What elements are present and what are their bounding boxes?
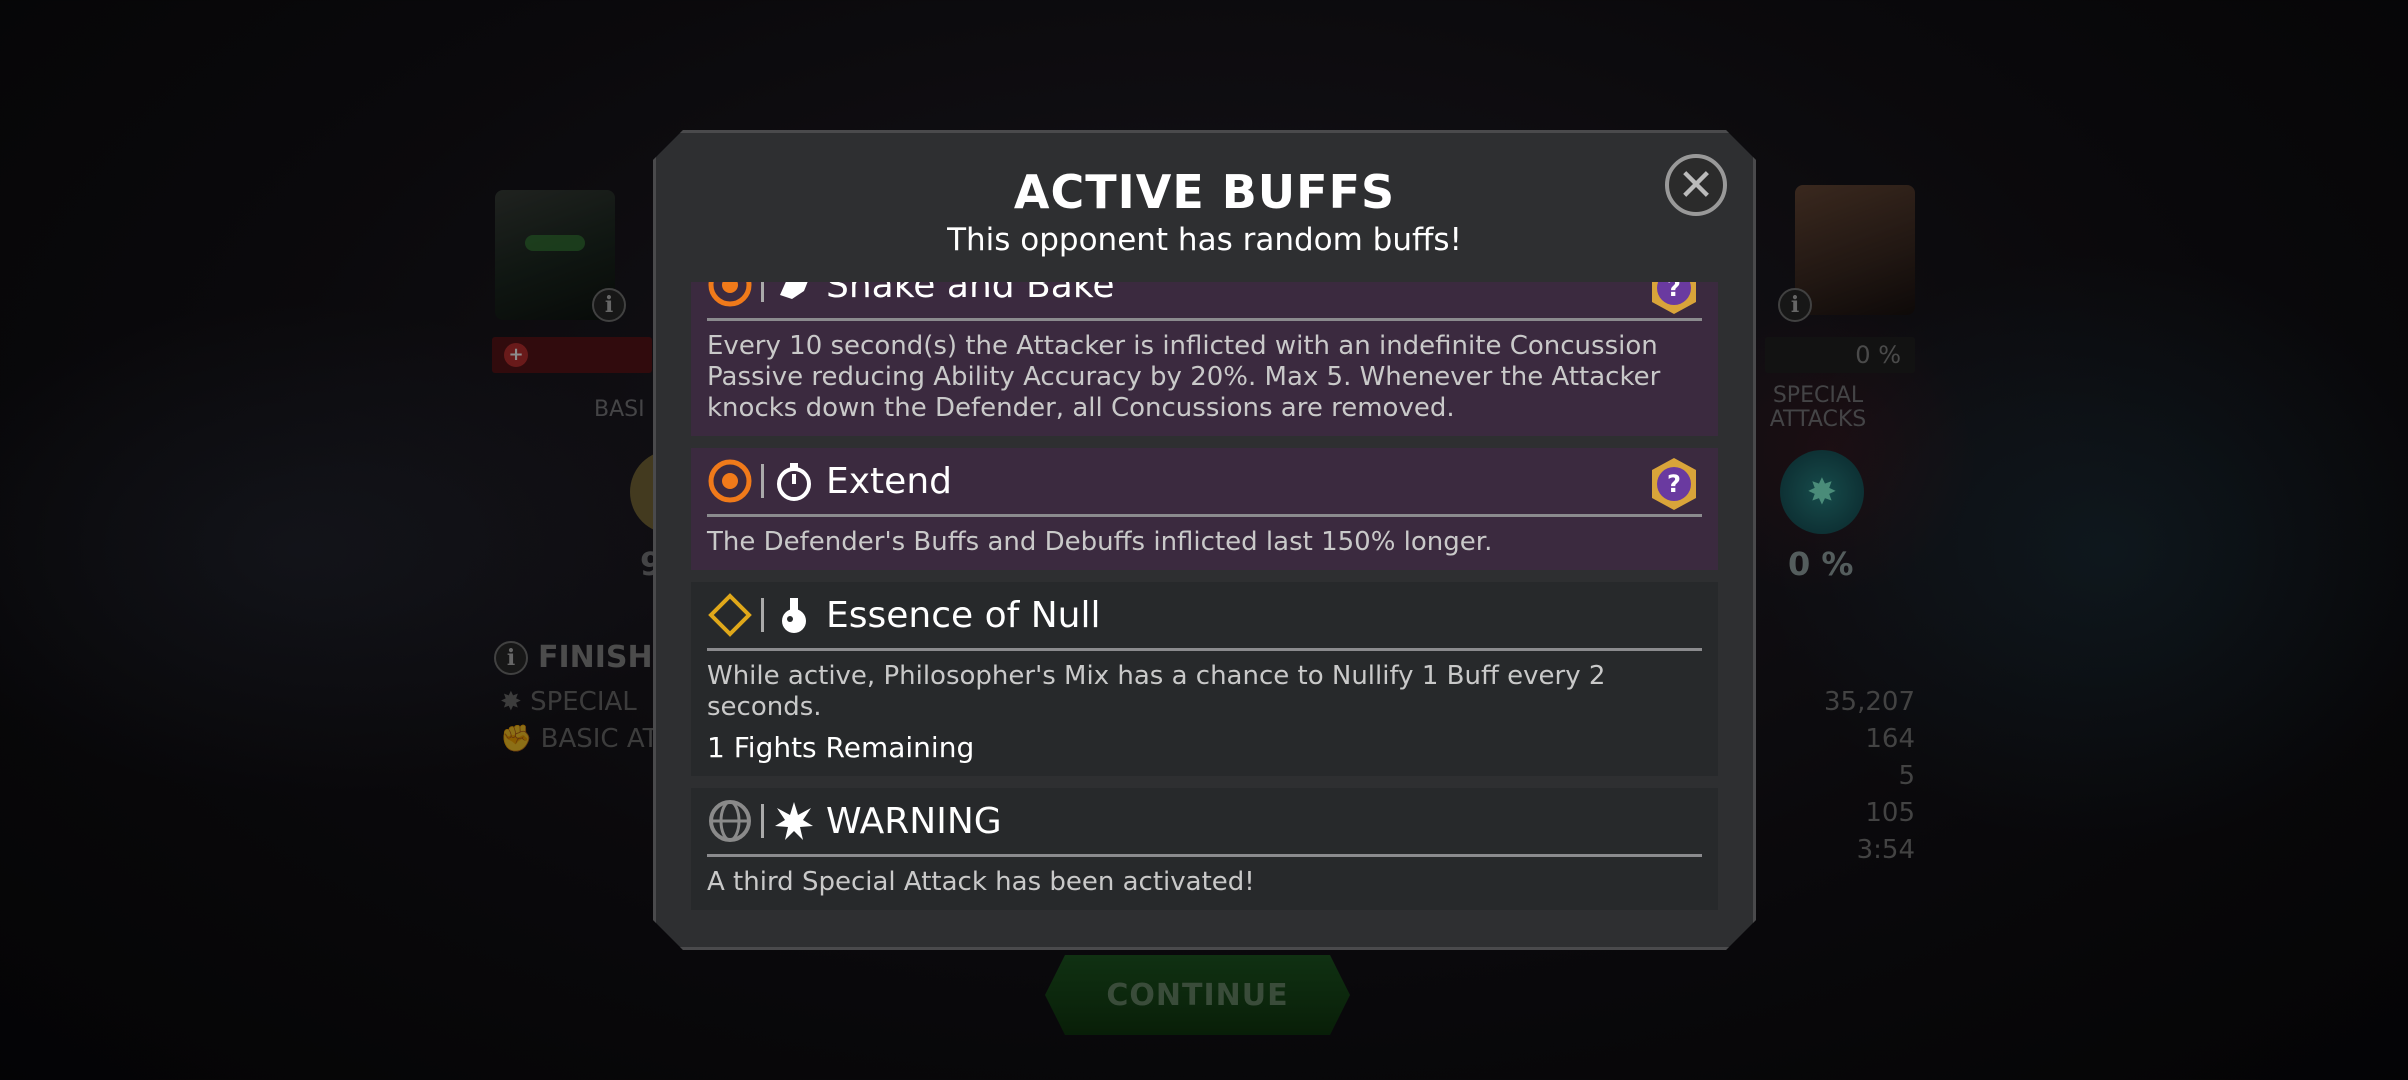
- buff-description: A third Special Attack has been activate…: [707, 867, 1255, 897]
- fights-remaining: 1 Fights Remaining: [707, 731, 975, 764]
- card-divider: [707, 648, 1702, 651]
- orange-target-icon: [707, 282, 753, 308]
- buff-card-warning: WARNING A third Special Attack has been …: [691, 788, 1718, 910]
- buff-list[interactable]: Shake and Bake ? Every 10 second(s) the …: [691, 282, 1718, 1052]
- buff-description: While active, Philosopher's Mix has a ch…: [707, 661, 1606, 722]
- special-burst-icon: [772, 799, 816, 843]
- active-buffs-modal: ACTIVE BUFFS This opponent has random bu…: [653, 130, 1756, 950]
- buff-name: Shake and Bake: [826, 282, 1115, 306]
- modal-title: ACTIVE BUFFS: [1013, 165, 1396, 219]
- svg-text:?: ?: [1667, 282, 1681, 302]
- punch-icon: [772, 282, 816, 307]
- modal-subtitle: This opponent has random buffs!: [947, 222, 1462, 258]
- card-divider: [707, 318, 1702, 321]
- yellow-diamond-icon: [707, 592, 753, 638]
- buff-name: Essence of Null: [826, 594, 1101, 636]
- grey-globe-icon: [707, 798, 753, 844]
- flask-icon: [772, 593, 816, 637]
- buff-card-extend: Extend ? The Defender's Buffs and Debuff…: [691, 448, 1718, 570]
- icon-separator: [761, 282, 764, 302]
- svg-text:?: ?: [1667, 470, 1681, 498]
- close-button[interactable]: ✕: [1665, 154, 1727, 216]
- orange-target-icon: [707, 458, 753, 504]
- question-badge-icon[interactable]: ?: [1646, 282, 1702, 316]
- buff-description: The Defender's Buffs and Debuffs inflict…: [707, 527, 1493, 557]
- buff-card-shake-and-bake: Shake and Bake ? Every 10 second(s) the …: [691, 282, 1718, 436]
- question-badge-icon[interactable]: ?: [1646, 456, 1702, 512]
- buff-name: WARNING: [826, 800, 1002, 842]
- buff-description: Every 10 second(s) the Attacker is infli…: [707, 331, 1661, 423]
- card-divider: [707, 854, 1702, 857]
- stopwatch-icon: [772, 459, 816, 503]
- icon-separator: [761, 598, 764, 632]
- icon-separator: [761, 464, 764, 498]
- buff-name: Extend: [826, 460, 952, 502]
- card-divider: [707, 514, 1702, 517]
- buff-card-essence-of-null: Essence of Null While active, Philosophe…: [691, 582, 1718, 776]
- icon-separator: [761, 804, 764, 838]
